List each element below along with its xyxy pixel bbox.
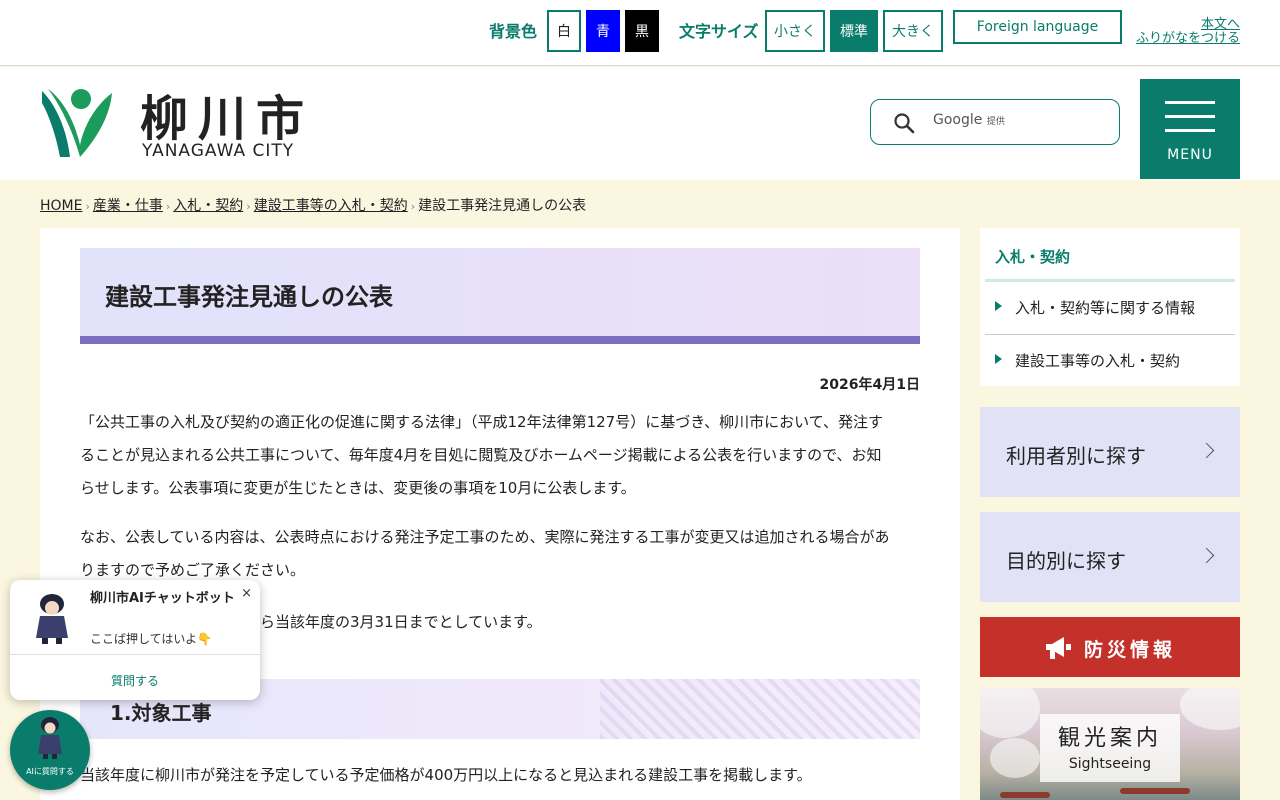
- find-by-purpose-button[interactable]: 目的別に探す: [980, 512, 1240, 602]
- sightseeing-banner[interactable]: 観光案内 Sightseeing: [980, 688, 1240, 800]
- furigana-link[interactable]: 本文へ ふりがなをつける: [1136, 18, 1240, 46]
- search-placeholder: Google 提供: [933, 112, 1005, 128]
- foreign-language-button[interactable]: Foreign language: [953, 10, 1122, 44]
- site-header: 柳川市 YANAGAWA CITY Google 提供 MENU: [0, 67, 1280, 180]
- blossom-decoration: [1180, 688, 1240, 730]
- background-color-label: 背景色: [489, 22, 538, 41]
- blossom-decoration: [990, 738, 1040, 778]
- bg-black-button[interactable]: 黒: [625, 10, 659, 52]
- local-nav-item-label: 入札・契約等に関する情報: [1015, 299, 1196, 317]
- breadcrumb-home[interactable]: HOME: [40, 198, 82, 214]
- search-brand: Google: [933, 112, 983, 128]
- chevron-right-icon: [1198, 442, 1215, 459]
- chatbot-popup: 柳川市AIチャットボット ここば押してはいよ👇 × 質問する: [10, 580, 260, 700]
- furigana-line-1: 本文へ: [1200, 17, 1240, 32]
- search-icon[interactable]: [893, 112, 915, 134]
- breadcrumb-bidding[interactable]: 入札・契約: [173, 198, 243, 214]
- font-large-button[interactable]: 大きく: [883, 10, 943, 52]
- paragraph-intro-line-1: 「公共工事の入札及び契約の適正化の促進に関する法律」（平成12年法律第127号）…: [80, 413, 883, 431]
- local-nav-item-label: 建設工事等の入札・契約: [1015, 352, 1181, 370]
- menu-bar-middle: [1165, 115, 1215, 118]
- chatbot-launcher-label: AIに質問する: [26, 767, 74, 776]
- paragraph-intro: 「公共工事の入札及び契約の適正化の促進に関する法律」（平成12年法律第127号）…: [80, 406, 920, 505]
- local-nav-item-construction-bidding[interactable]: 建設工事等の入札・契約: [985, 335, 1235, 387]
- local-nav-item-bidding-info[interactable]: 入札・契約等に関する情報: [985, 282, 1235, 334]
- section-body-text: 当該年度に柳川市が発注を予定している予定価格が400万円以上になると見込まれる建…: [80, 766, 812, 784]
- logo-title[interactable]: 柳川市: [140, 79, 314, 149]
- find-by-user-label: 利用者別に探す: [1006, 444, 1146, 468]
- paragraph-intro-line-3: らせします。公表事項に変更が生じたときは、変更後の事項を10月に公表します。: [80, 479, 636, 497]
- bg-blue-button[interactable]: 青: [586, 10, 620, 52]
- utility-bar: 背景色 白 青 黒 文字サイズ 小さく 標準 大きく Foreign langu…: [0, 0, 1280, 66]
- font-size-label: 文字サイズ: [679, 22, 759, 41]
- bg-white-button[interactable]: 白: [547, 10, 581, 52]
- font-standard-button[interactable]: 標準: [830, 10, 878, 52]
- disaster-info-button[interactable]: 防災情報: [980, 617, 1240, 677]
- chatbot-avatar-icon: [38, 717, 62, 759]
- chatbot-avatar-icon: [36, 594, 68, 644]
- boat-decoration: [1120, 788, 1190, 794]
- breadcrumb: HOME › 産業・仕事 › 入札・契約 › 建設工事等の入札・契約 › 建設工事発注見通しの公…: [40, 198, 587, 214]
- chatbot-divider: [10, 654, 260, 655]
- paragraph-intro-line-2: ることが見込まれる公共工事について、毎年度4月を目処に閲覧及びホームページ掲載に…: [80, 446, 882, 464]
- page-title: 建設工事発注見通しの公表: [105, 283, 393, 311]
- find-by-user-button[interactable]: 利用者別に探す: [980, 407, 1240, 497]
- search-provided: 提供: [986, 117, 1005, 127]
- chevron-right-icon: [1198, 547, 1215, 564]
- chatbot-title: 柳川市AIチャットボット: [90, 591, 235, 606]
- paragraph-period: 日から当該年度の3月31日までとしています。: [230, 613, 542, 631]
- menu-bar-top: [1165, 101, 1215, 104]
- page-title-band: 建設工事発注見通しの公表: [80, 248, 920, 344]
- main-content: 建設工事発注見通しの公表 2026年4月1日 「公共工事の入札及び契約の適正化の…: [40, 228, 960, 800]
- paragraph-note-line-1: なお、公表している内容は、公表時点における発注予定工事のため、実際に発注する工事…: [80, 528, 890, 546]
- menu-button[interactable]: MENU: [1140, 79, 1240, 179]
- triangle-right-icon: [995, 301, 1002, 311]
- menu-label: MENU: [1167, 147, 1213, 163]
- boat-decoration: [1000, 792, 1050, 798]
- city-logo-icon[interactable]: [40, 85, 114, 159]
- close-icon[interactable]: ×: [241, 586, 252, 601]
- sightseeing-subtitle: Sightseeing: [1068, 756, 1152, 772]
- furigana-line-2: ふりがなをつける: [1135, 31, 1240, 46]
- local-navigation: 入札・契約 入札・契約等に関する情報 建設工事等の入札・契約: [980, 228, 1240, 386]
- chatbot-subtitle: ここば押してはいよ👇: [90, 632, 213, 646]
- font-small-button[interactable]: 小さく: [765, 10, 825, 52]
- blossom-decoration: [980, 688, 1040, 738]
- paragraph-note: なお、公表している内容は、公表時点における発注予定工事のため、実際に発注する工事…: [80, 521, 920, 587]
- triangle-right-icon: [995, 354, 1002, 364]
- logo-subtitle: YANAGAWA CITY: [142, 141, 295, 161]
- megaphone-icon: [1046, 637, 1071, 659]
- sightseeing-title: 観光案内: [1057, 726, 1162, 751]
- breadcrumb-industry[interactable]: 産業・仕事: [93, 198, 163, 214]
- sightseeing-panel: 観光案内 Sightseeing: [1040, 714, 1180, 782]
- ask-question-button[interactable]: 質問する: [10, 672, 260, 689]
- publish-date: 2026年4月1日: [819, 377, 920, 393]
- chatbot-launcher-button[interactable]: AIに質問する: [10, 710, 90, 790]
- section-heading: 1.対象工事: [110, 701, 212, 725]
- disaster-info-label: 防災情報: [1084, 639, 1177, 661]
- find-by-purpose-label: 目的別に探す: [1006, 549, 1126, 573]
- menu-bar-bottom: [1165, 129, 1215, 132]
- breadcrumb-construction-bidding[interactable]: 建設工事等の入札・契約: [254, 198, 408, 214]
- search-box[interactable]: Google 提供: [870, 99, 1120, 145]
- breadcrumb-current: 建設工事発注見通しの公表: [418, 198, 587, 214]
- local-nav-title[interactable]: 入札・契約: [995, 246, 1070, 267]
